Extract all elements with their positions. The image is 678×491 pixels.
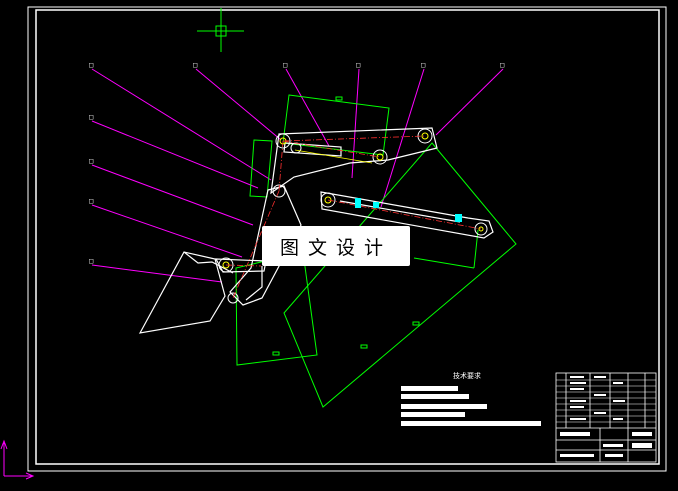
title-block-text [560, 376, 652, 457]
cylinder-seals [355, 198, 462, 222]
callout-8: □ [89, 157, 94, 165]
callout-5: □ [421, 61, 426, 69]
callout-9: □ [89, 197, 94, 205]
callout-10: □ [89, 257, 94, 265]
callout-3: □ [283, 61, 288, 69]
title-block [555, 372, 657, 463]
callout-1: □ [89, 61, 94, 69]
callout-2: □ [193, 61, 198, 69]
callout-6: □ [500, 61, 505, 69]
crosshair-cursor [197, 8, 244, 52]
callout-4: □ [356, 61, 361, 69]
technical-notes [401, 386, 541, 426]
notes-title: 技术要求 [453, 372, 481, 380]
watermark-banner: 图文设计 [262, 226, 410, 266]
callout-7: □ [89, 113, 94, 121]
